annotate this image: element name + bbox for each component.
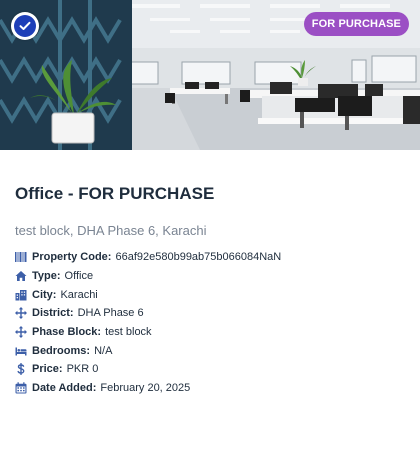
detail-label: City: xyxy=(32,288,57,301)
barcode-icon xyxy=(15,251,27,263)
detail-label: Phase Block: xyxy=(32,326,102,339)
property-image[interactable]: FOR PURCHASE xyxy=(0,0,420,150)
detail-district: District: DHA Phase 6 xyxy=(15,304,281,323)
listing-type-badge: FOR PURCHASE xyxy=(303,12,409,36)
detail-value: February 20, 2025 xyxy=(100,382,191,395)
verified-badge xyxy=(11,12,39,40)
dollar-icon xyxy=(15,363,27,376)
building-icon xyxy=(15,289,27,301)
detail-value: 66af92e580b99ab75b066084NaN xyxy=(115,251,282,264)
listing-title[interactable]: Office - FOR PURCHASE xyxy=(15,184,214,204)
property-details: Property Code: 66af92e580b99ab75b066084N… xyxy=(15,248,281,398)
detail-label: Type: xyxy=(32,270,61,283)
detail-price: Price: PKR 0 xyxy=(15,360,281,379)
detail-value: Office xyxy=(64,270,94,283)
detail-property-code: Property Code: 66af92e580b99ab75b066084N… xyxy=(15,248,281,267)
home-icon xyxy=(15,270,27,282)
bed-icon xyxy=(15,345,27,357)
arrows-move-icon xyxy=(15,307,27,320)
detail-label: Date Added: xyxy=(32,382,97,395)
check-icon xyxy=(14,15,36,37)
calendar-icon xyxy=(15,382,27,394)
property-card[interactable]: FOR PURCHASE Office - FOR PURCHASE test … xyxy=(0,0,420,471)
detail-bedrooms: Bedrooms: N/A xyxy=(15,341,281,360)
detail-label: Bedrooms: xyxy=(32,344,91,357)
listing-address: test block, DHA Phase 6, Karachi xyxy=(15,223,207,238)
arrows-move-icon xyxy=(15,326,27,339)
detail-type: Type: Office xyxy=(15,267,281,286)
detail-label: Property Code: xyxy=(32,251,112,264)
detail-value: DHA Phase 6 xyxy=(77,307,144,320)
detail-value: PKR 0 xyxy=(66,363,99,376)
detail-value: N/A xyxy=(94,344,113,357)
detail-city: City: Karachi xyxy=(15,285,281,304)
detail-label: Price: xyxy=(32,363,63,376)
detail-label: District: xyxy=(32,307,74,320)
detail-date-added: Date Added: February 20, 2025 xyxy=(15,379,281,398)
detail-value: test block xyxy=(105,326,152,339)
detail-phase-block: Phase Block: test block xyxy=(15,323,281,342)
detail-value: Karachi xyxy=(60,288,98,301)
